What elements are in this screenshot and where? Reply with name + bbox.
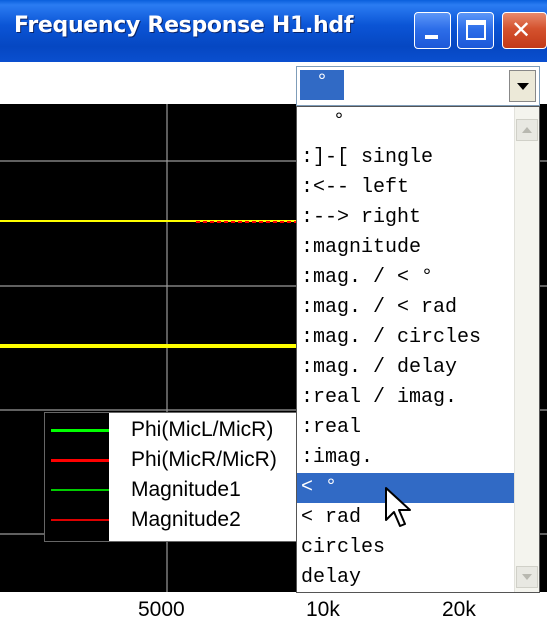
x-tick-label: 20k — [442, 598, 476, 621]
close-icon: ✕ — [511, 16, 532, 44]
legend-label: Phi(MicL/MicR) — [131, 418, 274, 441]
close-button[interactable]: ✕ — [502, 12, 547, 49]
dropdown-option[interactable]: :imag. — [297, 443, 515, 473]
window-title: Frequency Response H1.hdf — [14, 13, 354, 38]
dropdown-scrollbar[interactable] — [514, 107, 539, 592]
view-mode-select[interactable]: ° — [296, 66, 540, 106]
legend-label: Magnitude1 — [131, 478, 241, 501]
chevron-down-icon — [517, 83, 529, 90]
scroll-down-button[interactable] — [516, 566, 538, 588]
mouse-cursor-icon — [385, 487, 411, 527]
x-tick-label: 10k — [306, 598, 340, 621]
chevron-down-icon — [522, 574, 532, 580]
dropdown-option[interactable]: :--> right — [297, 203, 515, 233]
legend-label: Magnitude2 — [131, 508, 241, 531]
dropdown-option[interactable]: :real — [297, 413, 515, 443]
dropdown-option[interactable]: delay — [297, 563, 515, 592]
legend-swatch — [51, 459, 109, 462]
maximize-button[interactable] — [457, 12, 494, 49]
minimize-button[interactable] — [414, 12, 451, 49]
dropdown-option[interactable]: ° — [297, 107, 515, 137]
chevron-up-icon — [522, 127, 532, 133]
dropdown-button[interactable] — [509, 70, 536, 102]
dropdown-option[interactable]: :real / imag. — [297, 383, 515, 413]
scroll-up-button[interactable] — [516, 119, 538, 141]
legend-label: Phi(MicR/MicR) — [131, 448, 277, 471]
view-mode-selected-value: ° — [300, 70, 344, 100]
dropdown-option[interactable]: :mag. / circles — [297, 323, 515, 353]
dropdown-option[interactable]: :]-[ single — [297, 143, 515, 173]
dropdown-option[interactable]: :<-- left — [297, 173, 515, 203]
x-axis: 5000 10k 20k — [0, 592, 547, 639]
x-tick-label: 5000 — [138, 598, 185, 621]
view-mode-dropdown-list[interactable]: ° :]-[ single :<-- left :--> right :magn… — [296, 106, 540, 593]
dropdown-option[interactable]: :mag. / < ° — [297, 263, 515, 293]
legend-swatch — [51, 429, 109, 432]
maximize-icon — [466, 20, 486, 40]
dropdown-option[interactable]: circles — [297, 533, 515, 563]
title-bar[interactable]: Frequency Response H1.hdf ✕ — [0, 0, 547, 62]
dropdown-option[interactable]: :mag. / delay — [297, 353, 515, 383]
dropdown-option[interactable]: :magnitude — [297, 233, 515, 263]
legend-swatch — [51, 489, 109, 491]
dropdown-option[interactable]: :mag. / < rad — [297, 293, 515, 323]
legend-swatch — [51, 519, 109, 521]
minimize-icon — [425, 35, 438, 39]
